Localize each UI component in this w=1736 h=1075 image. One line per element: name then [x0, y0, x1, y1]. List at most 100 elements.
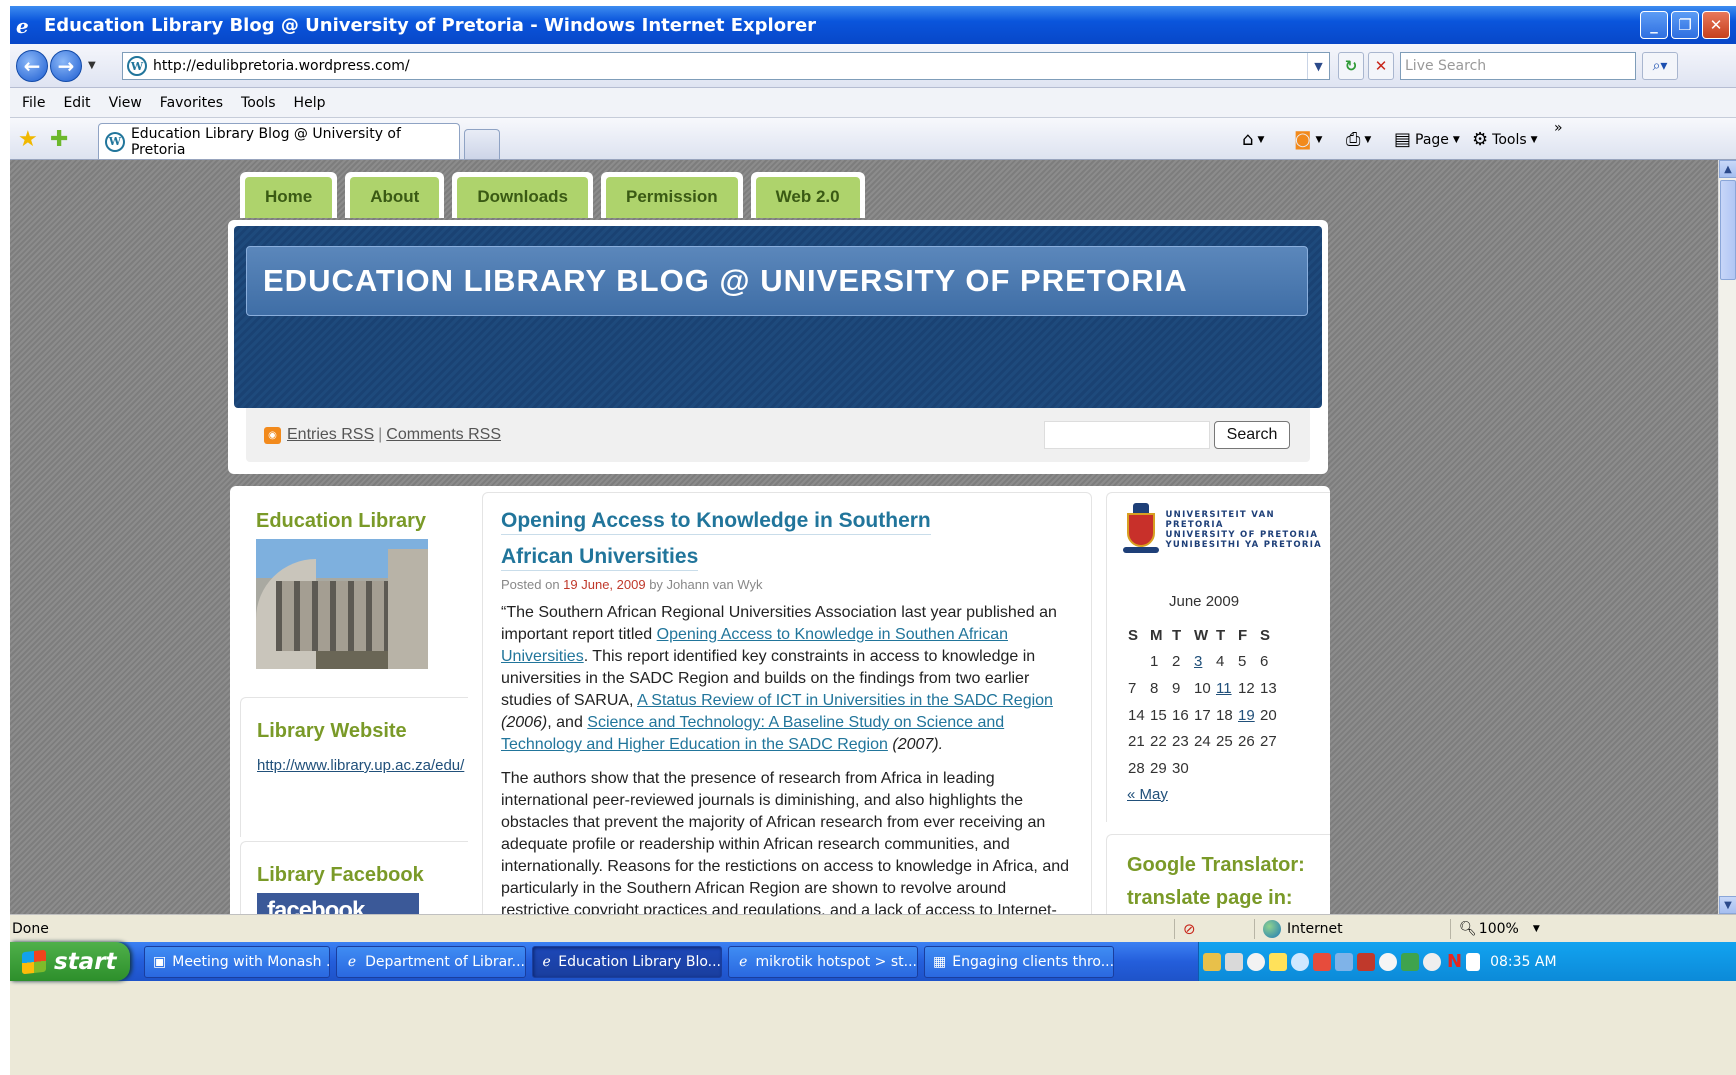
popup-blocker-cell[interactable]: ⊘	[1174, 919, 1254, 939]
menu-help[interactable]: Help	[294, 95, 326, 111]
tray-volume-icon[interactable]	[1269, 952, 1287, 971]
zoom-cell[interactable]: 🔍︎ 100% ▼	[1450, 919, 1726, 939]
nav-tab-web20[interactable]: Web 2.0	[750, 172, 865, 218]
translator-title-line1: Google Translator:	[1127, 854, 1305, 876]
logo-line-3: YUNIBESITHI YA PRETORIA	[1165, 540, 1323, 550]
post-date[interactable]: 19 June, 2009	[563, 577, 645, 592]
close-button[interactable]: ✕	[1702, 11, 1730, 39]
page-menu-button[interactable]: ▤ Page ▼	[1394, 129, 1460, 150]
tray-security-icon[interactable]	[1313, 952, 1331, 971]
menu-file[interactable]: File	[22, 95, 45, 111]
taskbar-item-mikrotik-hotspot[interactable]: ℯ mikrotik hotspot > st...	[728, 946, 918, 978]
start-button[interactable]: start	[10, 942, 130, 981]
calendar-day-cell: 15	[1150, 706, 1167, 724]
vertical-scrollbar[interactable]: ▲ ▼	[1718, 160, 1736, 914]
post-paragraph-2: The authors show that the presence of re…	[501, 770, 1070, 914]
home-icon: ⌂	[1242, 129, 1254, 150]
system-tray: N 08:35 AM	[1198, 942, 1736, 981]
calendar-day-cell: 2	[1172, 653, 1181, 671]
scroll-down-arrow-icon[interactable]: ▼	[1719, 896, 1736, 914]
calendar-day-link[interactable]: 3	[1194, 653, 1202, 670]
tray-clock[interactable]: 08:35 AM	[1490, 954, 1556, 970]
tray-update-icon[interactable]	[1379, 952, 1397, 971]
refresh-button[interactable]: ↻	[1338, 52, 1364, 80]
scroll-up-arrow-icon[interactable]: ▲	[1719, 160, 1736, 178]
post-meta-prefix: Posted on	[501, 577, 560, 592]
calendar-week-row: 21 22 23 24 25 26 27	[1127, 728, 1281, 755]
nav-tab-permission[interactable]: Permission	[601, 172, 743, 218]
calendar-day-link[interactable]: 11	[1216, 680, 1232, 697]
new-tab-button[interactable]	[464, 129, 500, 159]
address-dropdown-icon[interactable]: ▼	[1307, 53, 1329, 79]
home-button[interactable]: ⌂ ▼	[1242, 129, 1264, 150]
tray-connection-icon[interactable]	[1401, 952, 1419, 971]
tray-network-icon[interactable]	[1203, 952, 1221, 971]
taskbar-item-engaging-clients[interactable]: ▦ Engaging clients thro...	[924, 946, 1114, 978]
feeds-button[interactable]: ◙ ▼	[1294, 129, 1322, 150]
recent-pages-chevron-icon[interactable]: ▼	[88, 60, 96, 71]
address-url: http://edulibpretoria.wordpress.com/	[153, 58, 410, 74]
tray-shield-icon[interactable]	[1357, 952, 1375, 971]
tray-sync-icon[interactable]	[1423, 952, 1441, 971]
blog-title[interactable]: EDUCATION LIBRARY BLOG @ UNIVERSITY OF P…	[246, 246, 1308, 316]
post-title-line1[interactable]: Opening Access to Knowledge in Southern	[501, 509, 931, 535]
tray-display-icon[interactable]	[1225, 952, 1243, 971]
university-logo[interactable]: UNIVERSITEIT VAN PRETORIA UNIVERSITY OF …	[1107, 493, 1330, 557]
entries-rss-link[interactable]: Entries RSS	[287, 426, 374, 444]
restore-button[interactable]: ❐	[1671, 11, 1699, 39]
calendar-day-link[interactable]: 19	[1238, 707, 1255, 724]
address-bar[interactable]: W http://edulibpretoria.wordpress.com/ ▼	[122, 52, 1330, 80]
menu-tools[interactable]: Tools	[241, 95, 276, 111]
post-title-line2[interactable]: African Universities	[501, 545, 699, 571]
nav-tab-downloads[interactable]: Downloads	[452, 172, 593, 218]
tray-clock-icon[interactable]	[1247, 952, 1265, 971]
calendar-prev-month-link[interactable]: « May	[1127, 786, 1330, 803]
add-favorite-star-icon[interactable]: ✚	[50, 127, 68, 152]
library-website-link[interactable]: http://www.library.up.ac.za/edu/	[257, 757, 464, 774]
facebook-badge[interactable]: facebook	[257, 893, 419, 914]
rss-feed-icon: ◉	[264, 426, 281, 444]
tray-chat-icon[interactable]	[1291, 952, 1309, 971]
security-zone-cell[interactable]: Internet	[1254, 919, 1450, 939]
search-go-button[interactable]: ⌕ ▾	[1642, 52, 1678, 80]
taskbar-item-label: Department of Librar...	[365, 954, 525, 970]
presentation-icon: ▦	[933, 954, 947, 970]
library-building-photo[interactable]	[256, 539, 428, 669]
calendar-day-header: T	[1172, 626, 1182, 644]
taskbar-item-meeting-monash[interactable]: ▣ Meeting with Monash ...	[144, 946, 330, 978]
calendar-day-cell: 25	[1216, 733, 1233, 751]
nav-tab-home[interactable]: Home	[240, 172, 338, 218]
print-button[interactable]: ⎙ ▼	[1346, 129, 1371, 150]
tools-menu-button[interactable]: ⚙ Tools ▼	[1472, 129, 1538, 150]
menu-favorites[interactable]: Favorites	[160, 95, 223, 111]
menu-edit[interactable]: Edit	[63, 95, 90, 111]
favorites-center-star-icon[interactable]: ★	[18, 127, 38, 152]
tray-flag-icon[interactable]	[1466, 952, 1481, 971]
forward-button[interactable]: →	[50, 49, 82, 82]
live-search-input[interactable]: Live Search	[1400, 52, 1636, 80]
blog-search-input[interactable]	[1044, 421, 1210, 449]
nav-tab-about[interactable]: About	[345, 172, 445, 218]
taskbar-item-label: Education Library Blo...	[558, 954, 721, 970]
tray-norton-icon[interactable]: N	[1447, 951, 1462, 972]
calendar-day-cell: 26	[1238, 733, 1255, 751]
taskbar-item-education-library-blog[interactable]: ℯ Education Library Blo...	[532, 946, 722, 978]
calendar-weeks: 1 2 3 4 5 6 7 8 9 10 11 12 13 14 15 16 17 18 19 20 21 22 23 24 2…	[1127, 649, 1281, 782]
back-button[interactable]: ←	[16, 49, 48, 82]
blog-search-button[interactable]: Search	[1214, 421, 1290, 449]
ict-status-review-link[interactable]: A Status Review of ICT in Universities i…	[637, 692, 1053, 709]
scrollbar-thumb[interactable]	[1720, 180, 1736, 280]
toolbar-overflow-chevron-icon[interactable]: »	[1554, 120, 1563, 136]
calendar-day-cell	[1237, 755, 1259, 782]
taskbar-item-department-library[interactable]: ℯ Department of Librar...	[336, 946, 526, 978]
comments-rss-link[interactable]: Comments RSS	[386, 426, 501, 444]
stop-button[interactable]: ✕	[1368, 52, 1394, 80]
tab-education-library-blog[interactable]: W Education Library Blog @ University of…	[98, 123, 460, 159]
tray-monitor-icon[interactable]	[1335, 952, 1353, 971]
post-title[interactable]: Opening Access to Knowledge in Southern …	[501, 503, 1073, 575]
ie-window-icon: ℯ	[739, 954, 748, 970]
minimize-button[interactable]: _	[1640, 11, 1668, 39]
translator-title-line2: translate page in:	[1127, 887, 1293, 909]
menu-view[interactable]: View	[109, 95, 142, 111]
gear-icon: ⚙	[1472, 129, 1489, 150]
